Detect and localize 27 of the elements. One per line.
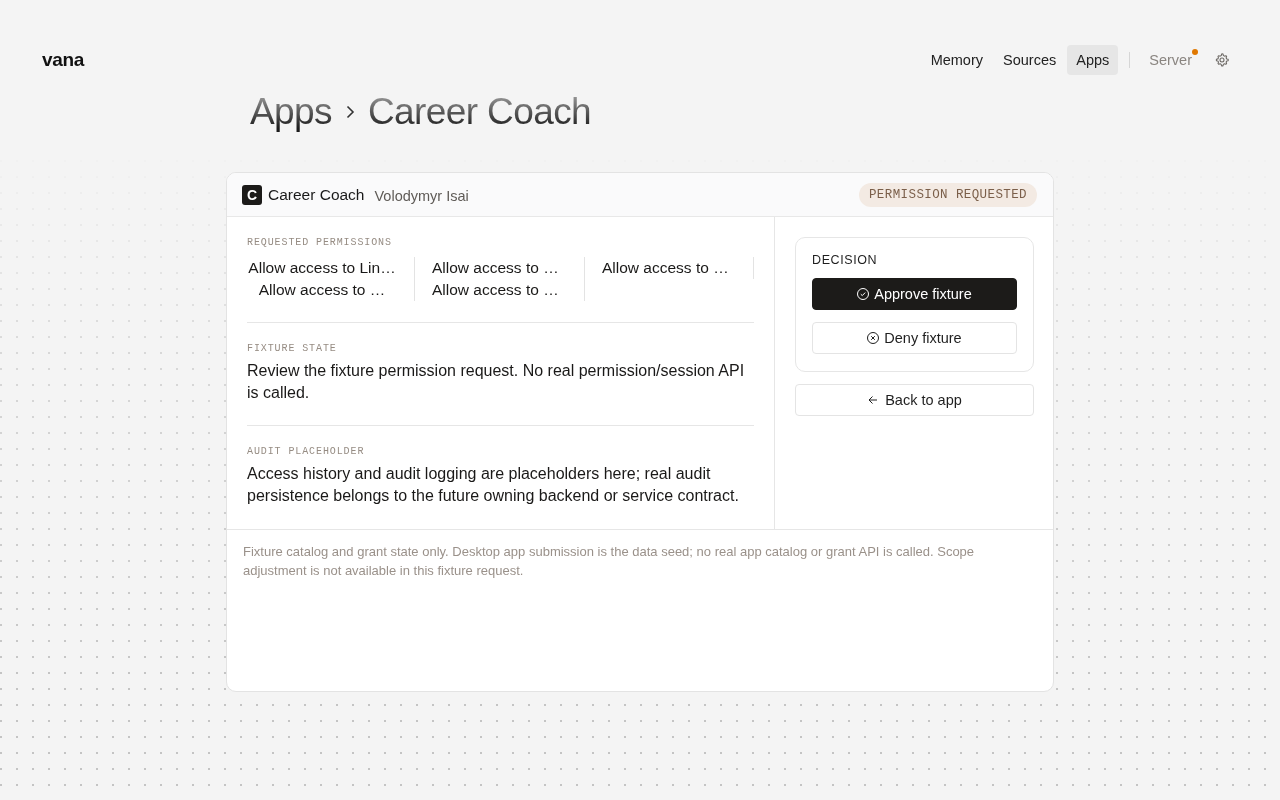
decision-label: DECISION (812, 252, 879, 268)
permission-item: Allow access to … (247, 279, 415, 301)
nav-tab[interactable]: Memory (921, 45, 992, 75)
nav-tab[interactable]: Sources (994, 45, 1066, 75)
settings-icon[interactable] (1214, 52, 1230, 68)
app-title: Career Coach (268, 185, 365, 204)
permission-item: Allow access to Lin… (247, 257, 415, 279)
author-name: Volodymyr Isai (374, 188, 469, 204)
deny-button[interactable]: Deny fixture (812, 322, 1017, 354)
section-label: AUDIT PLACEHOLDER (247, 445, 366, 459)
x-circle-icon (867, 332, 880, 344)
section-label: REQUESTED PERMISSIONS (247, 236, 393, 250)
nav-tab[interactable]: Apps (1067, 45, 1119, 75)
section-label: FIXTURE STATE (247, 342, 338, 356)
back-button[interactable]: Back to app (795, 384, 1034, 416)
section-text: Access history and audit logging are placeholders here; real audit persistence belongs to the future owning backend or service contract. (247, 464, 740, 506)
permission-item: Allow access to … (585, 257, 754, 279)
status-badge: PERMISSION REQUESTED (858, 182, 1037, 207)
check-circle-icon (857, 288, 870, 300)
section-text: Review the fixture permission request. No real permission/session API is called. (247, 361, 746, 403)
app-monogram: C (242, 184, 262, 205)
arrow-left-icon (867, 394, 880, 406)
permission-item: Allow access to … (415, 279, 585, 301)
logo[interactable]: vana (42, 49, 85, 71)
footer-note: Fixture catalog and grant state only. Desktop app submission is the data seed; no real app catalog or grant API is called. Scope adjustment is not available in this fixture request. (243, 543, 976, 580)
permission-item: Allow access to … (415, 257, 585, 279)
approve-button[interactable]: Approve fixture (812, 278, 1017, 310)
